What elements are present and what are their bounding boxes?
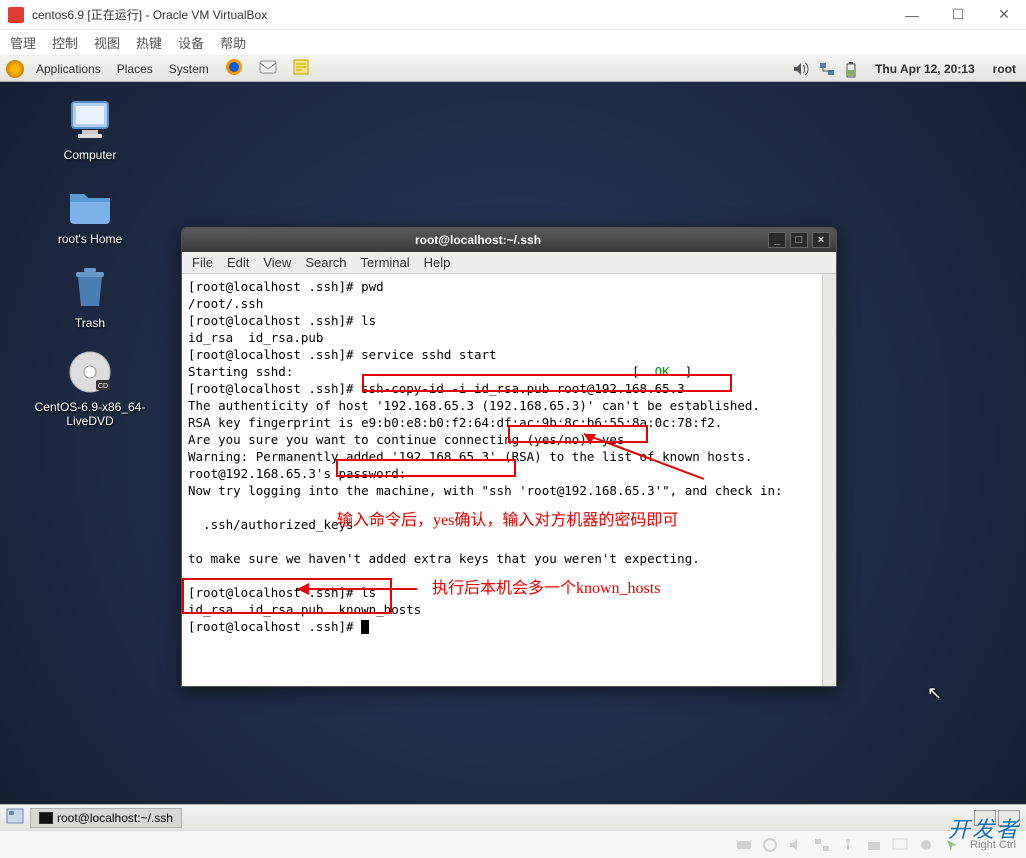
desktop-label-trash: Trash — [75, 316, 105, 330]
terminal-output: [root@localhost .ssh]# pwd /root/.ssh [r… — [188, 278, 830, 635]
vbox-display-icon[interactable] — [892, 838, 908, 852]
svg-text:CD: CD — [98, 383, 108, 390]
virtualbox-icon — [8, 7, 24, 23]
vbox-audio-icon[interactable] — [788, 838, 804, 852]
desktop-icon-dvd[interactable]: CD CentOS-6.9-x86_64-LiveDVD — [30, 348, 150, 428]
workspace-1[interactable] — [974, 810, 996, 826]
vbox-optical-icon[interactable] — [762, 838, 778, 852]
mouse-cursor-icon: ↖ — [927, 683, 942, 704]
terminal-menu-edit[interactable]: Edit — [227, 255, 249, 270]
desktop-icons: Computer root's Home Trash CD CentOS-6.9… — [30, 96, 150, 428]
workspace-2[interactable] — [998, 810, 1020, 826]
terminal-body[interactable]: [root@localhost .ssh]# pwd /root/.ssh [r… — [182, 274, 836, 686]
network-icon[interactable] — [819, 62, 835, 76]
show-desktop-icon[interactable] — [6, 808, 24, 827]
firefox-launcher-icon[interactable] — [221, 56, 247, 81]
menu-applications[interactable]: Applications — [32, 60, 105, 78]
vbox-recording-icon[interactable] — [918, 838, 934, 852]
notes-icon[interactable] — [289, 57, 313, 80]
maximize-button[interactable]: ☐ — [944, 4, 972, 26]
guest-screen: Applications Places System Thu Apr 12, 2… — [0, 56, 1026, 830]
terminal-maximize-button[interactable]: □ — [790, 232, 808, 248]
terminal-menu-terminal[interactable]: Terminal — [361, 255, 410, 270]
vbox-titlebar: centos6.9 [正在运行] - Oracle VM VirtualBox … — [0, 0, 1026, 30]
terminal-titlebar[interactable]: root@localhost:~/.ssh _ □ × — [182, 228, 836, 252]
vbox-shared-icon[interactable] — [866, 838, 882, 852]
terminal-title: root@localhost:~/.ssh — [188, 233, 768, 247]
taskbar-item-label: root@localhost:~/.ssh — [57, 811, 173, 825]
vbox-window-controls: — ☐ ✕ — [898, 4, 1018, 26]
workspace-switcher[interactable] — [974, 810, 1020, 826]
desktop-label-home: root's Home — [58, 232, 122, 246]
terminal-menubar: File Edit View Search Terminal Help — [182, 252, 836, 274]
vbox-menu-input[interactable]: 热键 — [136, 33, 162, 52]
vbox-host-key: Right Ctrl — [970, 839, 1016, 851]
gnome-bottom-panel: root@localhost:~/.ssh — [0, 804, 1026, 830]
vbox-menu-manage[interactable]: 管理 — [10, 33, 36, 52]
vbox-mouse-icon[interactable] — [944, 838, 960, 852]
clock[interactable]: Thu Apr 12, 20:13 — [871, 60, 979, 78]
terminal-menu-help[interactable]: Help — [424, 255, 451, 270]
vbox-statusbar: Right Ctrl — [0, 830, 1026, 858]
vbox-menubar: 管理 控制 视图 热键 设备 帮助 — [0, 30, 1026, 56]
taskbar-item-terminal[interactable]: root@localhost:~/.ssh — [30, 808, 182, 828]
terminal-cursor — [361, 620, 369, 634]
terminal-scrollbar[interactable] — [822, 274, 836, 686]
vbox-menu-help[interactable]: 帮助 — [220, 33, 246, 52]
terminal-menu-file[interactable]: File — [192, 255, 213, 270]
terminal-menu-view[interactable]: View — [263, 255, 291, 270]
battery-icon[interactable] — [845, 62, 861, 76]
terminal-close-button[interactable]: × — [812, 232, 830, 248]
vbox-window-title: centos6.9 [正在运行] - Oracle VM VirtualBox — [32, 6, 898, 23]
vbox-hdd-icon[interactable] — [736, 838, 752, 852]
mail-icon[interactable] — [255, 57, 281, 80]
terminal-window: root@localhost:~/.ssh _ □ × File Edit Vi… — [181, 227, 837, 687]
gnome-top-panel: Applications Places System Thu Apr 12, 2… — [0, 56, 1026, 82]
minimize-button[interactable]: — — [898, 4, 926, 26]
menu-system[interactable]: System — [165, 60, 213, 78]
desktop-icon-trash[interactable]: Trash — [30, 264, 150, 330]
vbox-usb-icon[interactable] — [840, 838, 856, 852]
desktop-label-dvd: CentOS-6.9-x86_64-LiveDVD — [30, 400, 150, 428]
menu-places[interactable]: Places — [113, 60, 157, 78]
vbox-network-icon[interactable] — [814, 838, 830, 852]
terminal-minimize-button[interactable]: _ — [768, 232, 786, 248]
terminal-menu-search[interactable]: Search — [305, 255, 346, 270]
desktop-icon-home[interactable]: root's Home — [30, 180, 150, 246]
user-menu[interactable]: root — [989, 60, 1020, 78]
volume-icon[interactable] — [793, 62, 809, 76]
vbox-menu-devices[interactable]: 设备 — [178, 33, 204, 52]
distro-logo-icon[interactable] — [6, 60, 24, 78]
desktop-label-computer: Computer — [64, 148, 117, 162]
close-button[interactable]: ✕ — [990, 4, 1018, 26]
vbox-menu-control[interactable]: 控制 — [52, 33, 78, 52]
vbox-menu-view[interactable]: 视图 — [94, 33, 120, 52]
desktop-icon-computer[interactable]: Computer — [30, 96, 150, 162]
